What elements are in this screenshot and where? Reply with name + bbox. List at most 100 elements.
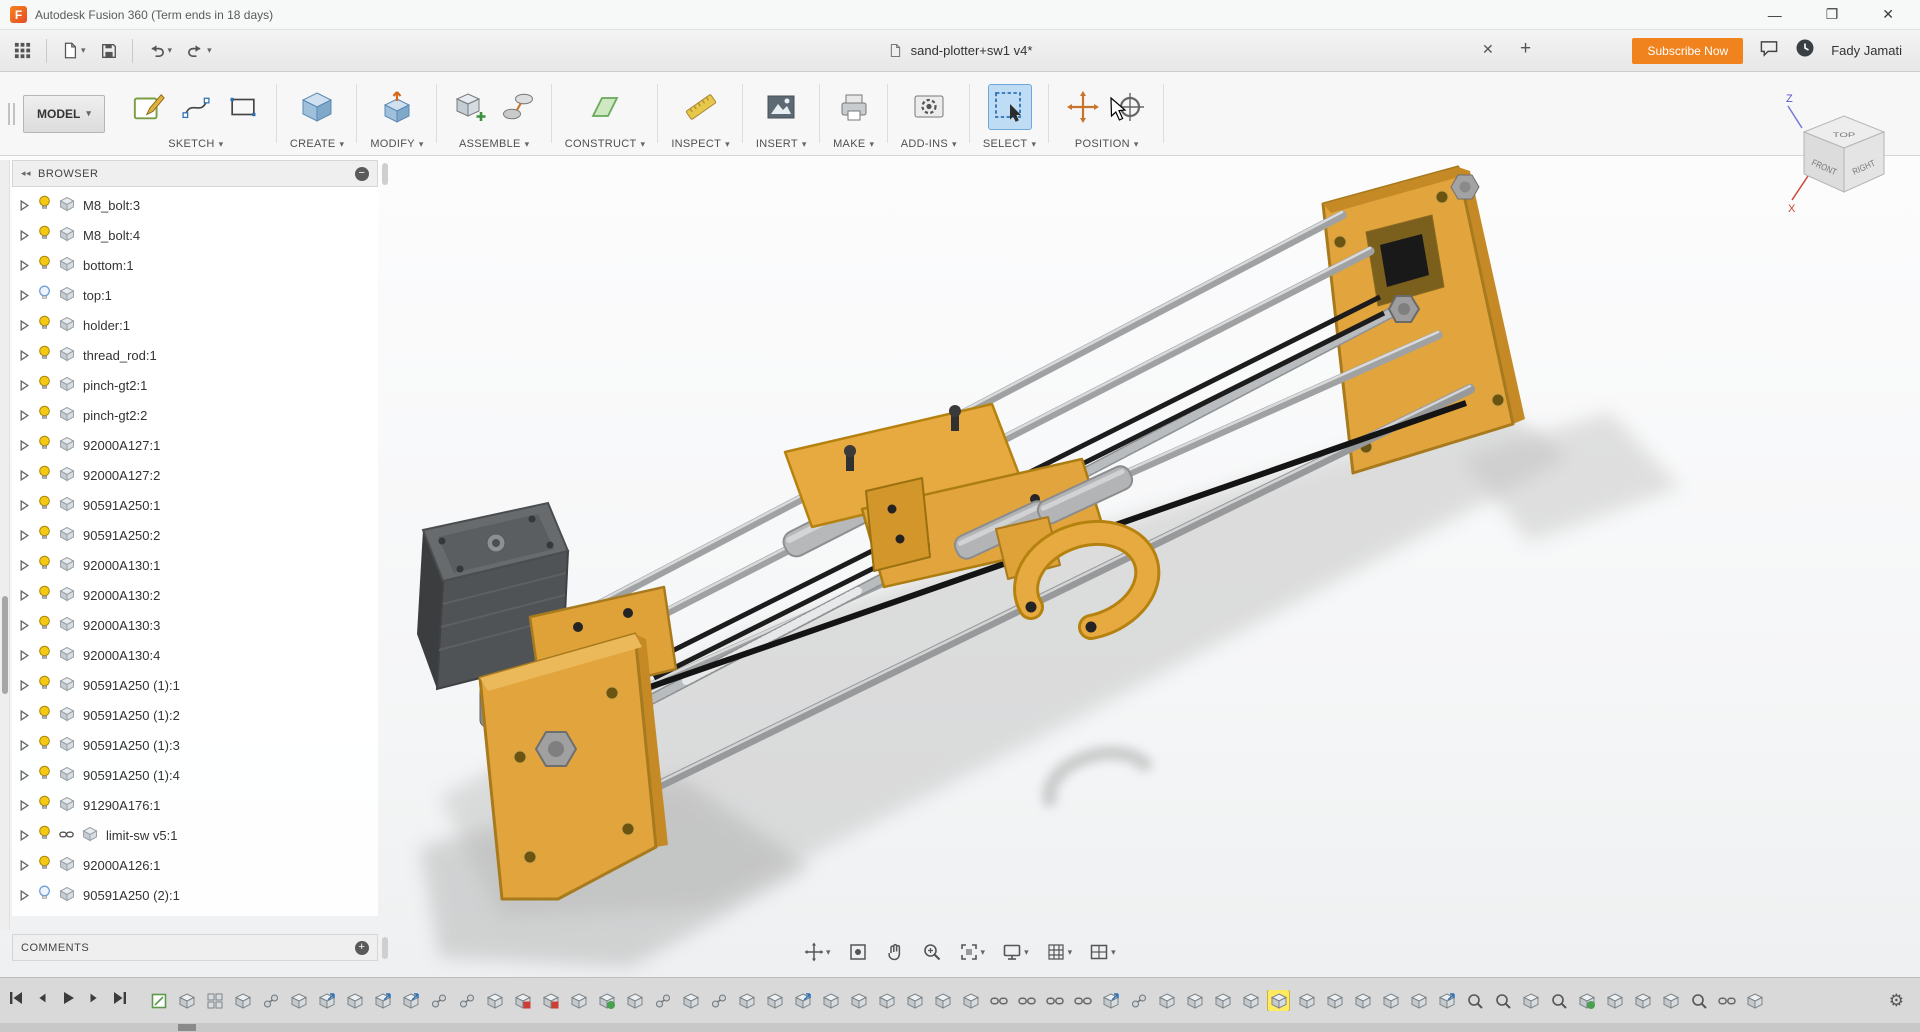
timeline-feature-boxarrow-icon[interactable] xyxy=(372,990,393,1011)
timeline-feature-box-icon[interactable] xyxy=(1212,990,1233,1011)
component-label[interactable]: 92000A130:1 xyxy=(83,558,160,573)
component-label[interactable]: 90591A250:1 xyxy=(83,498,160,513)
joint-icon[interactable] xyxy=(497,85,539,129)
capture-position-icon[interactable] xyxy=(1062,85,1104,129)
timeline-feature-box-icon[interactable] xyxy=(680,990,701,1011)
timeline-feature-box-icon[interactable] xyxy=(904,990,925,1011)
document-tab[interactable]: sand-plotter+sw1 v4* xyxy=(888,42,1032,59)
timeline-feature-boxarrow-icon[interactable] xyxy=(316,990,337,1011)
rib-group-label-construct[interactable]: CONSTRUCT ▾ xyxy=(565,135,646,150)
browser-item[interactable]: 92000A130:4 xyxy=(12,640,378,670)
timeline-feature-link-icon[interactable] xyxy=(1044,990,1065,1011)
maximize-button[interactable]: ❐ xyxy=(1826,6,1839,23)
zoom-button[interactable] xyxy=(918,939,946,965)
component-label[interactable]: 90591A250:2 xyxy=(83,528,160,543)
browser-item[interactable]: pinch-gt2:1 xyxy=(12,370,378,400)
skip-end-button[interactable] xyxy=(112,990,128,1011)
component-label[interactable]: pinch-gt2:2 xyxy=(83,408,147,423)
visibility-bulb-icon[interactable] xyxy=(38,885,51,905)
press-pull-icon[interactable] xyxy=(376,85,418,129)
component-label[interactable]: 90591A250 (2):1 xyxy=(83,888,180,903)
component-label[interactable]: 92000A126:1 xyxy=(83,858,160,873)
timeline-feature-box-icon[interactable] xyxy=(1184,990,1205,1011)
expand-arrow-icon[interactable] xyxy=(19,469,30,481)
visibility-bulb-icon[interactable] xyxy=(38,345,51,365)
timeline-feature-joint-icon[interactable] xyxy=(456,990,477,1011)
expand-arrow-icon[interactable] xyxy=(19,769,30,781)
visibility-bulb-icon[interactable] xyxy=(38,675,51,695)
timeline-feature-green-icon[interactable] xyxy=(596,990,617,1011)
component-label[interactable]: 92000A130:4 xyxy=(83,648,160,663)
timeline-feature-magnify-icon[interactable] xyxy=(1492,990,1513,1011)
browser-item[interactable]: limit-sw v5:1 xyxy=(12,820,378,850)
browser-item[interactable]: 90591A250 (1):4 xyxy=(12,760,378,790)
panel-grip-handle[interactable] xyxy=(382,163,388,185)
new-component-icon[interactable] xyxy=(450,85,492,129)
browser-item[interactable]: 92000A130:2 xyxy=(12,580,378,610)
visibility-bulb-icon[interactable] xyxy=(38,735,51,755)
undo-icon[interactable]: ▾ xyxy=(142,38,178,63)
timeline-feature-box-icon[interactable] xyxy=(1296,990,1317,1011)
browser-item[interactable]: 92000A126:1 xyxy=(12,850,378,880)
expand-comments-icon[interactable]: + xyxy=(355,940,369,955)
browser-item[interactable]: 91290A176:1 xyxy=(12,790,378,820)
timeline-feature-magnify-icon[interactable] xyxy=(1464,990,1485,1011)
measure-icon[interactable] xyxy=(680,85,722,129)
timeline-feature-box-icon[interactable] xyxy=(1660,990,1681,1011)
panel-grip-handle[interactable] xyxy=(382,937,388,959)
browser-item[interactable]: 92000A127:2 xyxy=(12,460,378,490)
timeline-feature-boxarrow-icon[interactable] xyxy=(400,990,421,1011)
browser-item[interactable]: pinch-gt2:2 xyxy=(12,400,378,430)
timeline-feature-magnify-icon[interactable] xyxy=(1688,990,1709,1011)
visibility-bulb-icon[interactable] xyxy=(38,855,51,875)
timeline-scrollbar[interactable] xyxy=(0,1023,1920,1032)
create-box-icon[interactable] xyxy=(296,85,338,129)
expand-arrow-icon[interactable] xyxy=(19,229,30,241)
leadscrew-nut[interactable] xyxy=(1387,295,1421,323)
component-label[interactable]: top:1 xyxy=(83,288,112,303)
expand-arrow-icon[interactable] xyxy=(19,679,30,691)
expand-arrow-icon[interactable] xyxy=(19,739,30,751)
timeline-feature-joint-icon[interactable] xyxy=(652,990,673,1011)
expand-arrow-icon[interactable] xyxy=(19,409,30,421)
timeline-feature-box-icon[interactable] xyxy=(232,990,253,1011)
timeline-feature-link-icon[interactable] xyxy=(1072,990,1093,1011)
create-sketch-icon[interactable] xyxy=(128,85,170,129)
expand-arrow-icon[interactable] xyxy=(19,859,30,871)
visibility-bulb-icon[interactable] xyxy=(38,525,51,545)
timeline-feature-green-icon[interactable] xyxy=(1576,990,1597,1011)
redo-icon[interactable]: ▾ xyxy=(181,38,217,63)
look-at-button[interactable] xyxy=(844,939,872,965)
visibility-bulb-icon[interactable] xyxy=(38,705,51,725)
new-tab-icon[interactable]: + xyxy=(1520,38,1531,60)
timeline-settings-gear-icon[interactable]: ⚙ xyxy=(1889,991,1912,1011)
scripts-addins-icon[interactable] xyxy=(908,85,950,129)
component-label[interactable]: thread_rod:1 xyxy=(83,348,157,363)
visibility-bulb-icon[interactable] xyxy=(38,375,51,395)
job-status-clock-icon[interactable] xyxy=(1795,38,1815,63)
scrollbar-thumb[interactable] xyxy=(2,596,8,694)
subscribe-button[interactable]: Subscribe Now xyxy=(1632,37,1744,64)
data-panel-icon[interactable] xyxy=(8,37,37,64)
visibility-bulb-icon[interactable] xyxy=(38,585,51,605)
timeline-feature-box-icon[interactable] xyxy=(1240,990,1261,1011)
timeline-feature-box-icon[interactable] xyxy=(1604,990,1625,1011)
visibility-bulb-icon[interactable] xyxy=(38,615,51,635)
timeline-feature-joint-icon[interactable] xyxy=(428,990,449,1011)
timeline-feature-box-icon[interactable] xyxy=(1520,990,1541,1011)
browser-item[interactable]: 90591A250 (1):3 xyxy=(12,730,378,760)
timeline-feature-box-icon[interactable] xyxy=(344,990,365,1011)
timeline-feature-box-icon[interactable] xyxy=(1408,990,1429,1011)
display-settings-button[interactable]: ▾ xyxy=(998,939,1033,965)
timeline-feature-box-icon[interactable] xyxy=(176,990,197,1011)
browser-item[interactable]: bottom:1 xyxy=(12,250,378,280)
browser-item[interactable]: 92000A127:1 xyxy=(12,430,378,460)
timeline-feature-box-icon[interactable] xyxy=(764,990,785,1011)
expand-arrow-icon[interactable] xyxy=(19,589,30,601)
browser-item[interactable]: 92000A130:1 xyxy=(12,550,378,580)
rib-group-label-create[interactable]: CREATE ▾ xyxy=(290,135,344,150)
component-label[interactable]: 90591A250 (1):3 xyxy=(83,738,180,753)
spline-icon[interactable] xyxy=(175,85,217,129)
browser-item[interactable]: thread_rod:1 xyxy=(12,340,378,370)
step-forward-button[interactable] xyxy=(87,990,101,1011)
